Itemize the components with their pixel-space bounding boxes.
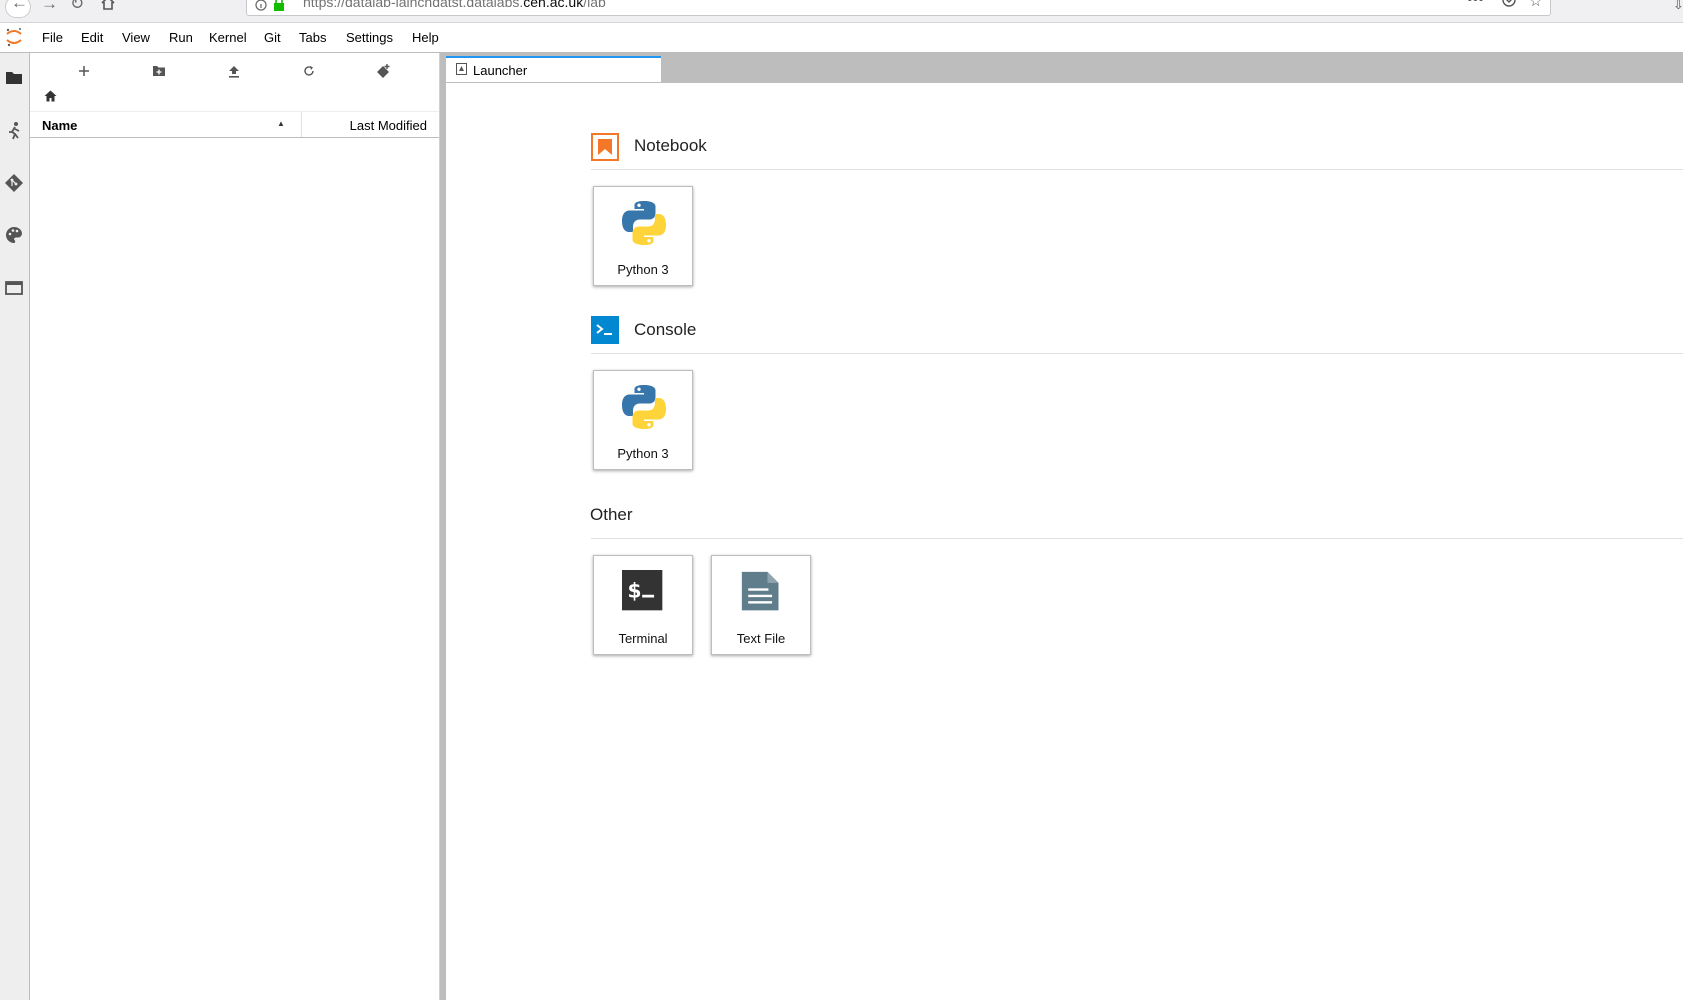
menu-kernel[interactable]: Kernel [209,30,247,45]
python-logo-icon [622,385,666,429]
menu-file[interactable]: File [42,30,63,45]
info-icon[interactable] [255,0,267,11]
git-clone-button[interactable] [372,60,396,82]
notebook-section-title: Notebook [634,136,707,155]
menu-run[interactable]: Run [169,30,193,45]
name-column-header[interactable]: Name ▲ [30,112,302,137]
console-python3-card[interactable]: Python 3 [593,370,693,470]
file-list-header: Name ▲ Last Modified [30,111,439,138]
menu-edit[interactable]: Edit [81,30,103,45]
back-button[interactable]: ← [5,0,31,18]
home-icon[interactable] [100,0,116,10]
lock-icon[interactable] [273,0,285,11]
console-section-divider [591,353,1683,354]
url-bar[interactable]: https://datalab-iaincndatst.datalabs.ceh… [246,0,1551,16]
url-host: ceh.ac.uk [523,0,584,10]
sort-ascending-icon: ▲ [277,119,285,128]
url-path: /lab [583,0,606,10]
reload-button[interactable]: ↻ [70,0,84,12]
left-activity-bar [0,53,30,1000]
tab-label: Launcher [473,63,528,78]
palette-icon[interactable] [4,225,24,245]
main-tab-bar: Launcher [446,53,1683,82]
card-label: Terminal [618,631,668,646]
back-arrow-icon: ← [11,0,28,12]
svg-text:$: $ [628,579,642,603]
launcher-tab-icon [456,63,467,75]
bookmark-star-icon[interactable]: ☆ [1529,0,1542,10]
menu-view[interactable]: View [122,30,150,45]
launcher-panel: Notebook Python 3 Console Python 3 Other [446,82,1683,1001]
menu-bar: File Edit View Run Kernel Git Tabs Setti… [0,23,1683,53]
console-icon [591,316,619,344]
forward-button[interactable]: → [41,0,58,12]
menu-git[interactable]: Git [264,30,281,45]
notebook-python3-card[interactable]: Python 3 [593,186,693,286]
home-icon[interactable] [44,90,57,102]
new-folder-icon [153,66,165,76]
last-modified-column-header[interactable]: Last Modified [302,112,439,137]
notebook-section-divider [591,169,1683,170]
menu-help[interactable]: Help [412,30,439,45]
git-clone-icon [377,64,390,78]
terminal-card[interactable]: $ Terminal [593,555,693,655]
browser-toolbar: ← → ↻ https://datalab-iaincndatst.datala… [0,0,1683,23]
url-prefix: https://datalab-iaincndatst.datalabs. [303,0,524,10]
other-section-divider [591,538,1683,539]
upload-icon [229,65,239,78]
card-label: Text File [736,631,786,646]
running-icon[interactable] [4,121,24,141]
git-icon[interactable] [4,173,24,193]
tab-launcher[interactable]: Launcher [446,56,661,82]
new-folder-button[interactable] [147,60,171,82]
folder-icon[interactable] [4,68,24,88]
page-actions-icon[interactable]: ••• [1467,0,1484,9]
name-column-label: Name [42,118,78,133]
console-section-title: Console [634,320,697,339]
menu-settings[interactable]: Settings [346,30,393,45]
text-file-icon [741,571,779,611]
refresh-button[interactable] [297,60,321,82]
text-file-card[interactable]: Text File [711,555,811,655]
last-modified-column-label: Last Modified [349,118,427,133]
menu-tabs[interactable]: Tabs [299,30,326,45]
jupyter-logo-icon [6,28,22,47]
card-label: Python 3 [617,446,669,461]
tabs-icon[interactable] [4,278,24,298]
other-section-title: Other [590,505,633,524]
notebook-icon [591,133,619,161]
url-text[interactable]: https://datalab-iaincndatst.datalabs.ceh… [303,0,606,9]
upload-button[interactable] [222,60,246,82]
new-launcher-button[interactable] [72,60,96,82]
downloads-icon[interactable]: ⇩ [1673,0,1683,13]
pocket-icon[interactable] [1502,0,1516,7]
file-list[interactable] [30,137,439,1000]
refresh-icon [304,66,314,76]
card-label: Python 3 [617,262,669,277]
file-browser: Name ▲ Last Modified [30,53,439,1000]
terminal-icon: $ [622,570,663,611]
plus-icon [79,66,89,76]
python-logo-icon [622,201,666,245]
